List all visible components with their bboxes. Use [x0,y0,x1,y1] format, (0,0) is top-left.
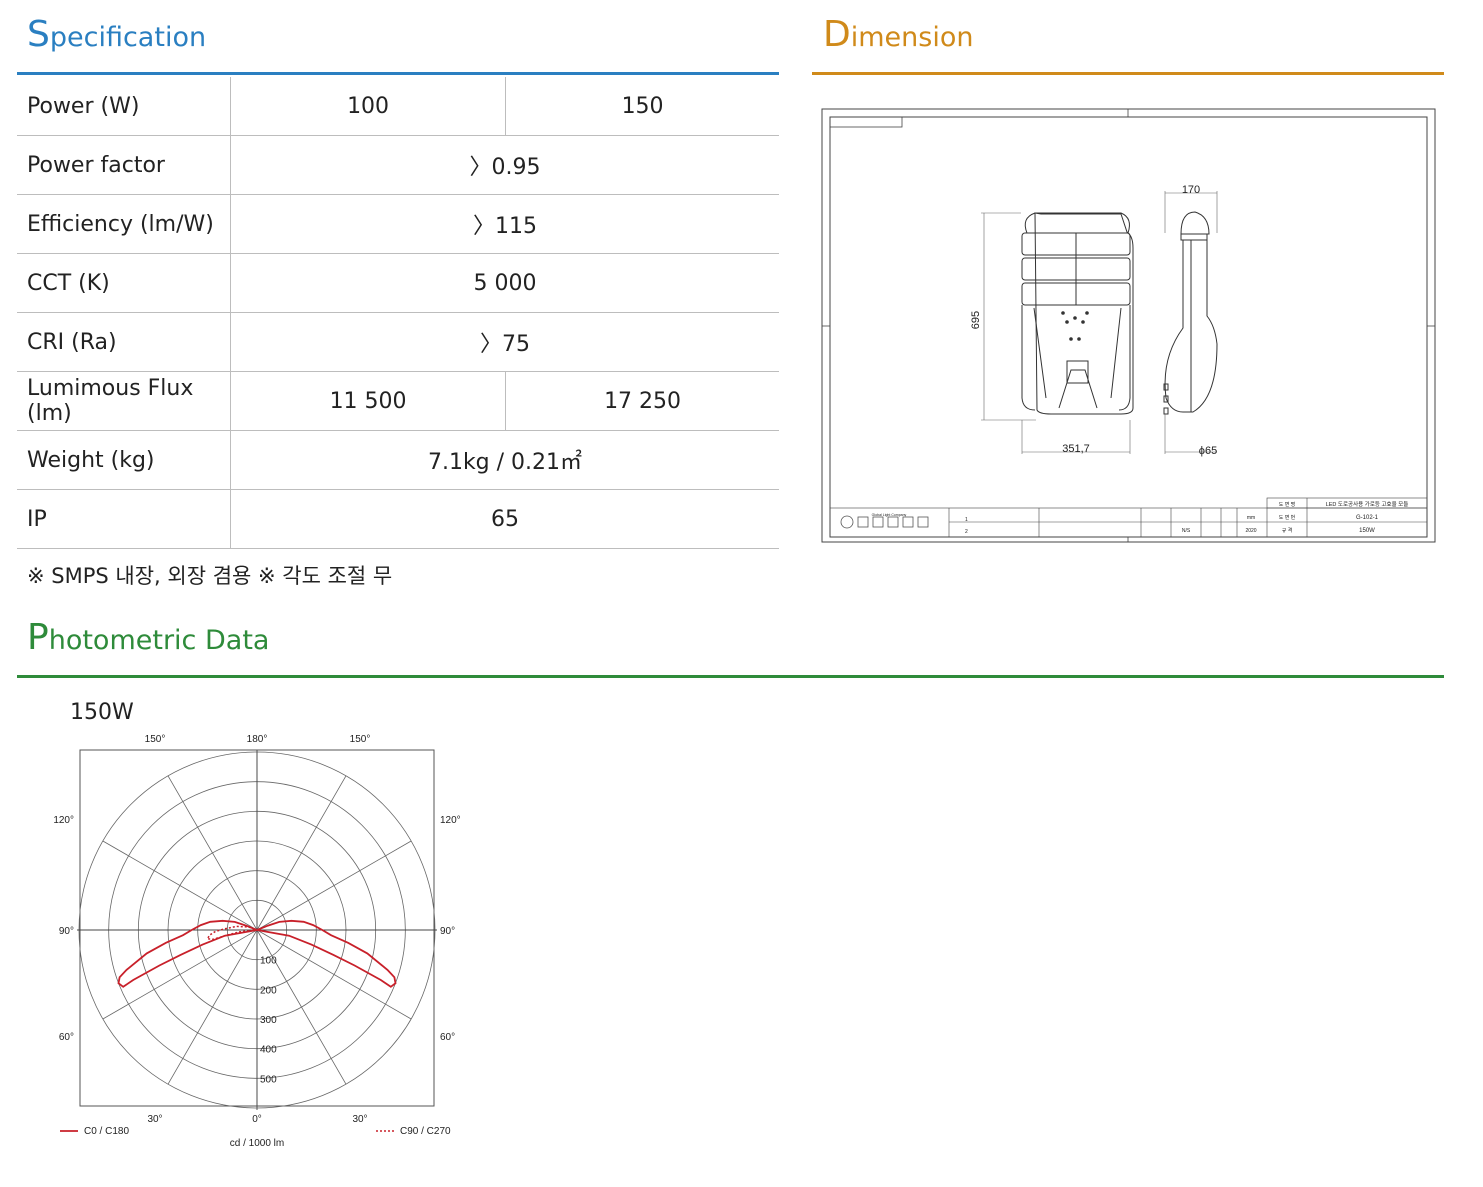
photometric-heading-rest: hotometric Data [48,625,270,656]
table-row: IP 65 [17,489,779,549]
table-row: Efficiency (lm/W) 〉115 [17,194,779,254]
title-block-text: Global Light Company 1 2 N/S mm 2020 도 면… [872,500,1409,535]
drawing-no: G-102-1 [1356,515,1379,521]
table-row: Power (W) 100 150 [17,77,779,136]
angle-label-bottom-center: 0° [252,1114,262,1125]
drawing-name-label: 도 면 명 [1279,501,1296,508]
photometric-heading: Photometric Data [27,617,269,658]
angle-label-left-60: 60° [59,1032,74,1043]
specification-heading: Specification [27,14,206,55]
row-value: 17 250 [505,371,779,431]
dimension-rule [812,72,1444,75]
dimension-drawing: 695 351,7 170 ϕ65 Global Light Company 1 [821,108,1436,543]
specification-table: Power (W) 100 150 Power factor 〉0.95 Eff… [17,77,779,549]
angle-label-top-right: 150° [350,734,371,745]
specification-note: ※ SMPS 내장, 외장 겸용 ※ 각도 조절 무 [27,564,393,588]
angle-label-bottom-right: 30° [352,1114,367,1125]
spec-value: 150W [1359,528,1375,534]
table-row: CCT (K) 5 000 [17,253,779,313]
legend-c90-label: C90 / C270 [400,1126,451,1137]
angle-label-right-90: 90° [440,926,455,937]
drawing-name: LED 도로공사용 가로등 고효율 모듈 [1326,500,1409,508]
photometric-rule [17,675,1444,678]
row-value: 100 [230,77,507,136]
scale-value: N/S [1182,528,1191,534]
polar-spoke [256,929,412,1020]
luminaire-front-view [1021,212,1134,415]
row-label: Weight (kg) [17,430,231,490]
polar-spoke [256,775,347,931]
row-label: Power factor [17,135,231,195]
row-value: 11 500 [230,371,507,431]
drawing-corner-box [829,116,903,128]
revision-1: 1 [965,517,968,523]
angle-label-left-120: 120° [53,815,74,826]
company-name: Global Light Company [872,513,907,517]
angle-label-left-90: 90° [59,926,74,937]
polar-spoke [102,840,258,931]
angle-label-right-60: 60° [440,1032,455,1043]
radial-tick-label: 200 [260,985,277,996]
radial-tick-label: 100 [260,956,277,967]
row-label: CCT (K) [17,253,231,313]
row-label: IP [17,489,231,549]
radial-tick-label: 300 [260,1015,277,1026]
dimension-diameter-label: ϕ65 [1199,445,1217,457]
row-value: 7.1kg / 0.21㎡ [230,430,779,490]
row-value: 〉75 [230,312,779,372]
dimension-width-label: 351,7 [1062,443,1090,455]
radial-tick-label: 500 [260,1074,277,1085]
table-row: Lumimous Flux (lm) 11 500 17 250 [17,371,779,431]
row-value: 65 [230,489,779,549]
row-value: 5 000 [230,253,779,313]
drawing-inner-frame [829,116,1428,538]
polar-spoke [256,929,347,1085]
company-logo [840,515,929,529]
luminaire-side-view [1163,211,1218,415]
specification-rule [17,72,779,75]
polar-spoke [256,840,412,931]
drawing-no-label: 도 면 번 [1279,514,1296,521]
legend-c0-label: C0 / C180 [84,1126,129,1137]
polar-spoke [102,929,258,1020]
specification-heading-initial: S [27,14,50,55]
drawing-outer-frame [821,108,1436,543]
polar-chart: 100200300400500 150° 180° 150° 120° 90° … [53,734,461,1149]
unit-label: cd / 1000 lm [230,1138,284,1149]
table-row: Power factor 〉0.95 [17,135,779,195]
polar-spoke [167,929,258,1085]
dimension-heading-rest: imension [850,22,974,53]
row-label: Lumimous Flux (lm) [17,371,231,431]
polar-tick-labels: 100 200 300 400 500 [260,956,277,1086]
radial-tick-label: 400 [260,1045,277,1056]
unit-value: mm [1247,515,1255,521]
angle-label-top-left: 150° [145,734,166,745]
dimension-depth-label: 170 [1182,184,1200,196]
dimension-heading: Dimension [823,14,973,55]
row-value: 150 [505,77,779,136]
polar-spoke [167,775,258,931]
dimension-height-label: 695 [970,311,982,329]
angle-label-bottom-left: 30° [147,1114,162,1125]
dimension-heading-initial: D [823,14,851,55]
specification-heading-rest: pecification [49,22,207,53]
table-row: CRI (Ra) 〉75 [17,312,779,372]
angle-label-top-center: 180° [247,734,268,745]
row-value: 〉0.95 [230,135,779,195]
row-label: Efficiency (lm/W) [17,194,231,254]
angle-label-right-120: 120° [440,815,461,826]
spec-label: 규 격 [1282,527,1293,534]
revision-2: 2 [965,529,968,535]
row-label: CRI (Ra) [17,312,231,372]
year-value: 2020 [1245,528,1256,534]
photometric-heading-initial: P [27,617,49,658]
row-value: 〉115 [230,194,779,254]
row-label: Power (W) [17,77,231,136]
luminaire-front-leds [1061,311,1089,341]
series-c90-c270-line [205,925,258,941]
table-row: Weight (kg) 7.1kg / 0.21㎡ [17,430,779,490]
